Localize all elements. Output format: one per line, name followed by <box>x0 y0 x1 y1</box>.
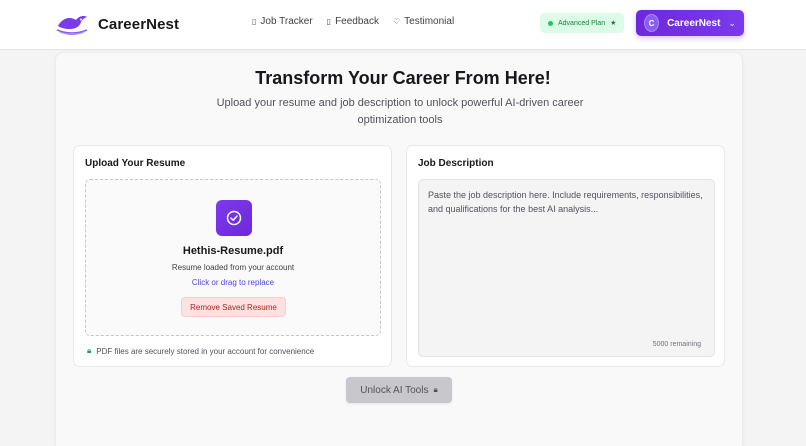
page-subtitle: Upload your resume and job description t… <box>216 97 584 126</box>
nav-label: Job Tracker <box>260 16 313 27</box>
clipboard-icon: ▯ <box>252 17 257 26</box>
upload-resume-panel: Upload Your Resume Hethis-Resume.pdf Res… <box>73 145 392 367</box>
page-title: Transform Your Career From Here! <box>255 68 551 88</box>
user-name: CareerNest <box>667 17 721 29</box>
job-description-input[interactable] <box>419 180 714 356</box>
check-circle-icon <box>216 200 252 236</box>
plan-label: Advanced Plan <box>558 19 606 27</box>
nav-label: Testimonial <box>404 16 455 27</box>
remove-saved-resume-button[interactable]: Remove Saved Resume <box>181 297 286 317</box>
resume-dropzone[interactable]: Hethis-Resume.pdf Resume loaded from you… <box>85 179 381 336</box>
secure-storage-note: 🔒︎ PDF files are securely stored in your… <box>87 346 314 356</box>
bird-nest-logo-icon <box>56 16 88 36</box>
user-menu-button[interactable]: C CareerNest ⌄ <box>636 10 744 36</box>
plan-badge: Advanced Plan ★ <box>540 13 625 33</box>
main-nav: ▯ Job Tracker ▯ Feedback ♡ Testimonial <box>252 16 454 27</box>
heart-icon: ♡ <box>392 17 401 26</box>
resume-file-name: Hethis-Resume.pdf <box>182 245 284 257</box>
avatar: C <box>644 14 660 32</box>
brand-name: CareerNest <box>98 15 180 33</box>
message-icon: ▯ <box>326 17 332 26</box>
chevron-down-icon: ⌄ <box>728 17 736 28</box>
app-header: CareerNest ▯ Job Tracker ▯ Feedback ♡ Te… <box>0 0 806 50</box>
lock-icon: 🔒︎ <box>433 385 438 394</box>
job-description-panel: Job Description 5000 remaining <box>406 145 725 367</box>
nav-job-tracker[interactable]: ▯ Job Tracker <box>252 16 313 27</box>
resume-status-text: Resume loaded from your account <box>171 263 295 272</box>
job-description-title: Job Description <box>418 158 494 169</box>
character-counter: 5000 remaining <box>652 341 701 348</box>
unlock-button-label: Unlock AI Tools <box>360 384 429 396</box>
nav-testimonial[interactable]: ♡ Testimonial <box>393 16 454 27</box>
secure-note-text: PDF files are securely stored in your ac… <box>96 346 315 356</box>
replace-resume-link[interactable]: Click or drag to replace <box>86 278 380 287</box>
status-dot-icon <box>548 20 553 26</box>
unlock-ai-tools-button[interactable]: Unlock AI Tools 🔒︎ <box>346 377 452 403</box>
job-description-box: 5000 remaining <box>418 179 715 357</box>
brand-logo[interactable]: CareerNest <box>54 12 179 36</box>
upload-panel-title: Upload Your Resume <box>85 158 186 169</box>
nav-label: Feedback <box>335 16 379 27</box>
star-icon: ★ <box>610 20 617 27</box>
lock-icon: 🔒︎ <box>87 346 92 355</box>
nav-feedback[interactable]: ▯ Feedback <box>327 16 379 27</box>
